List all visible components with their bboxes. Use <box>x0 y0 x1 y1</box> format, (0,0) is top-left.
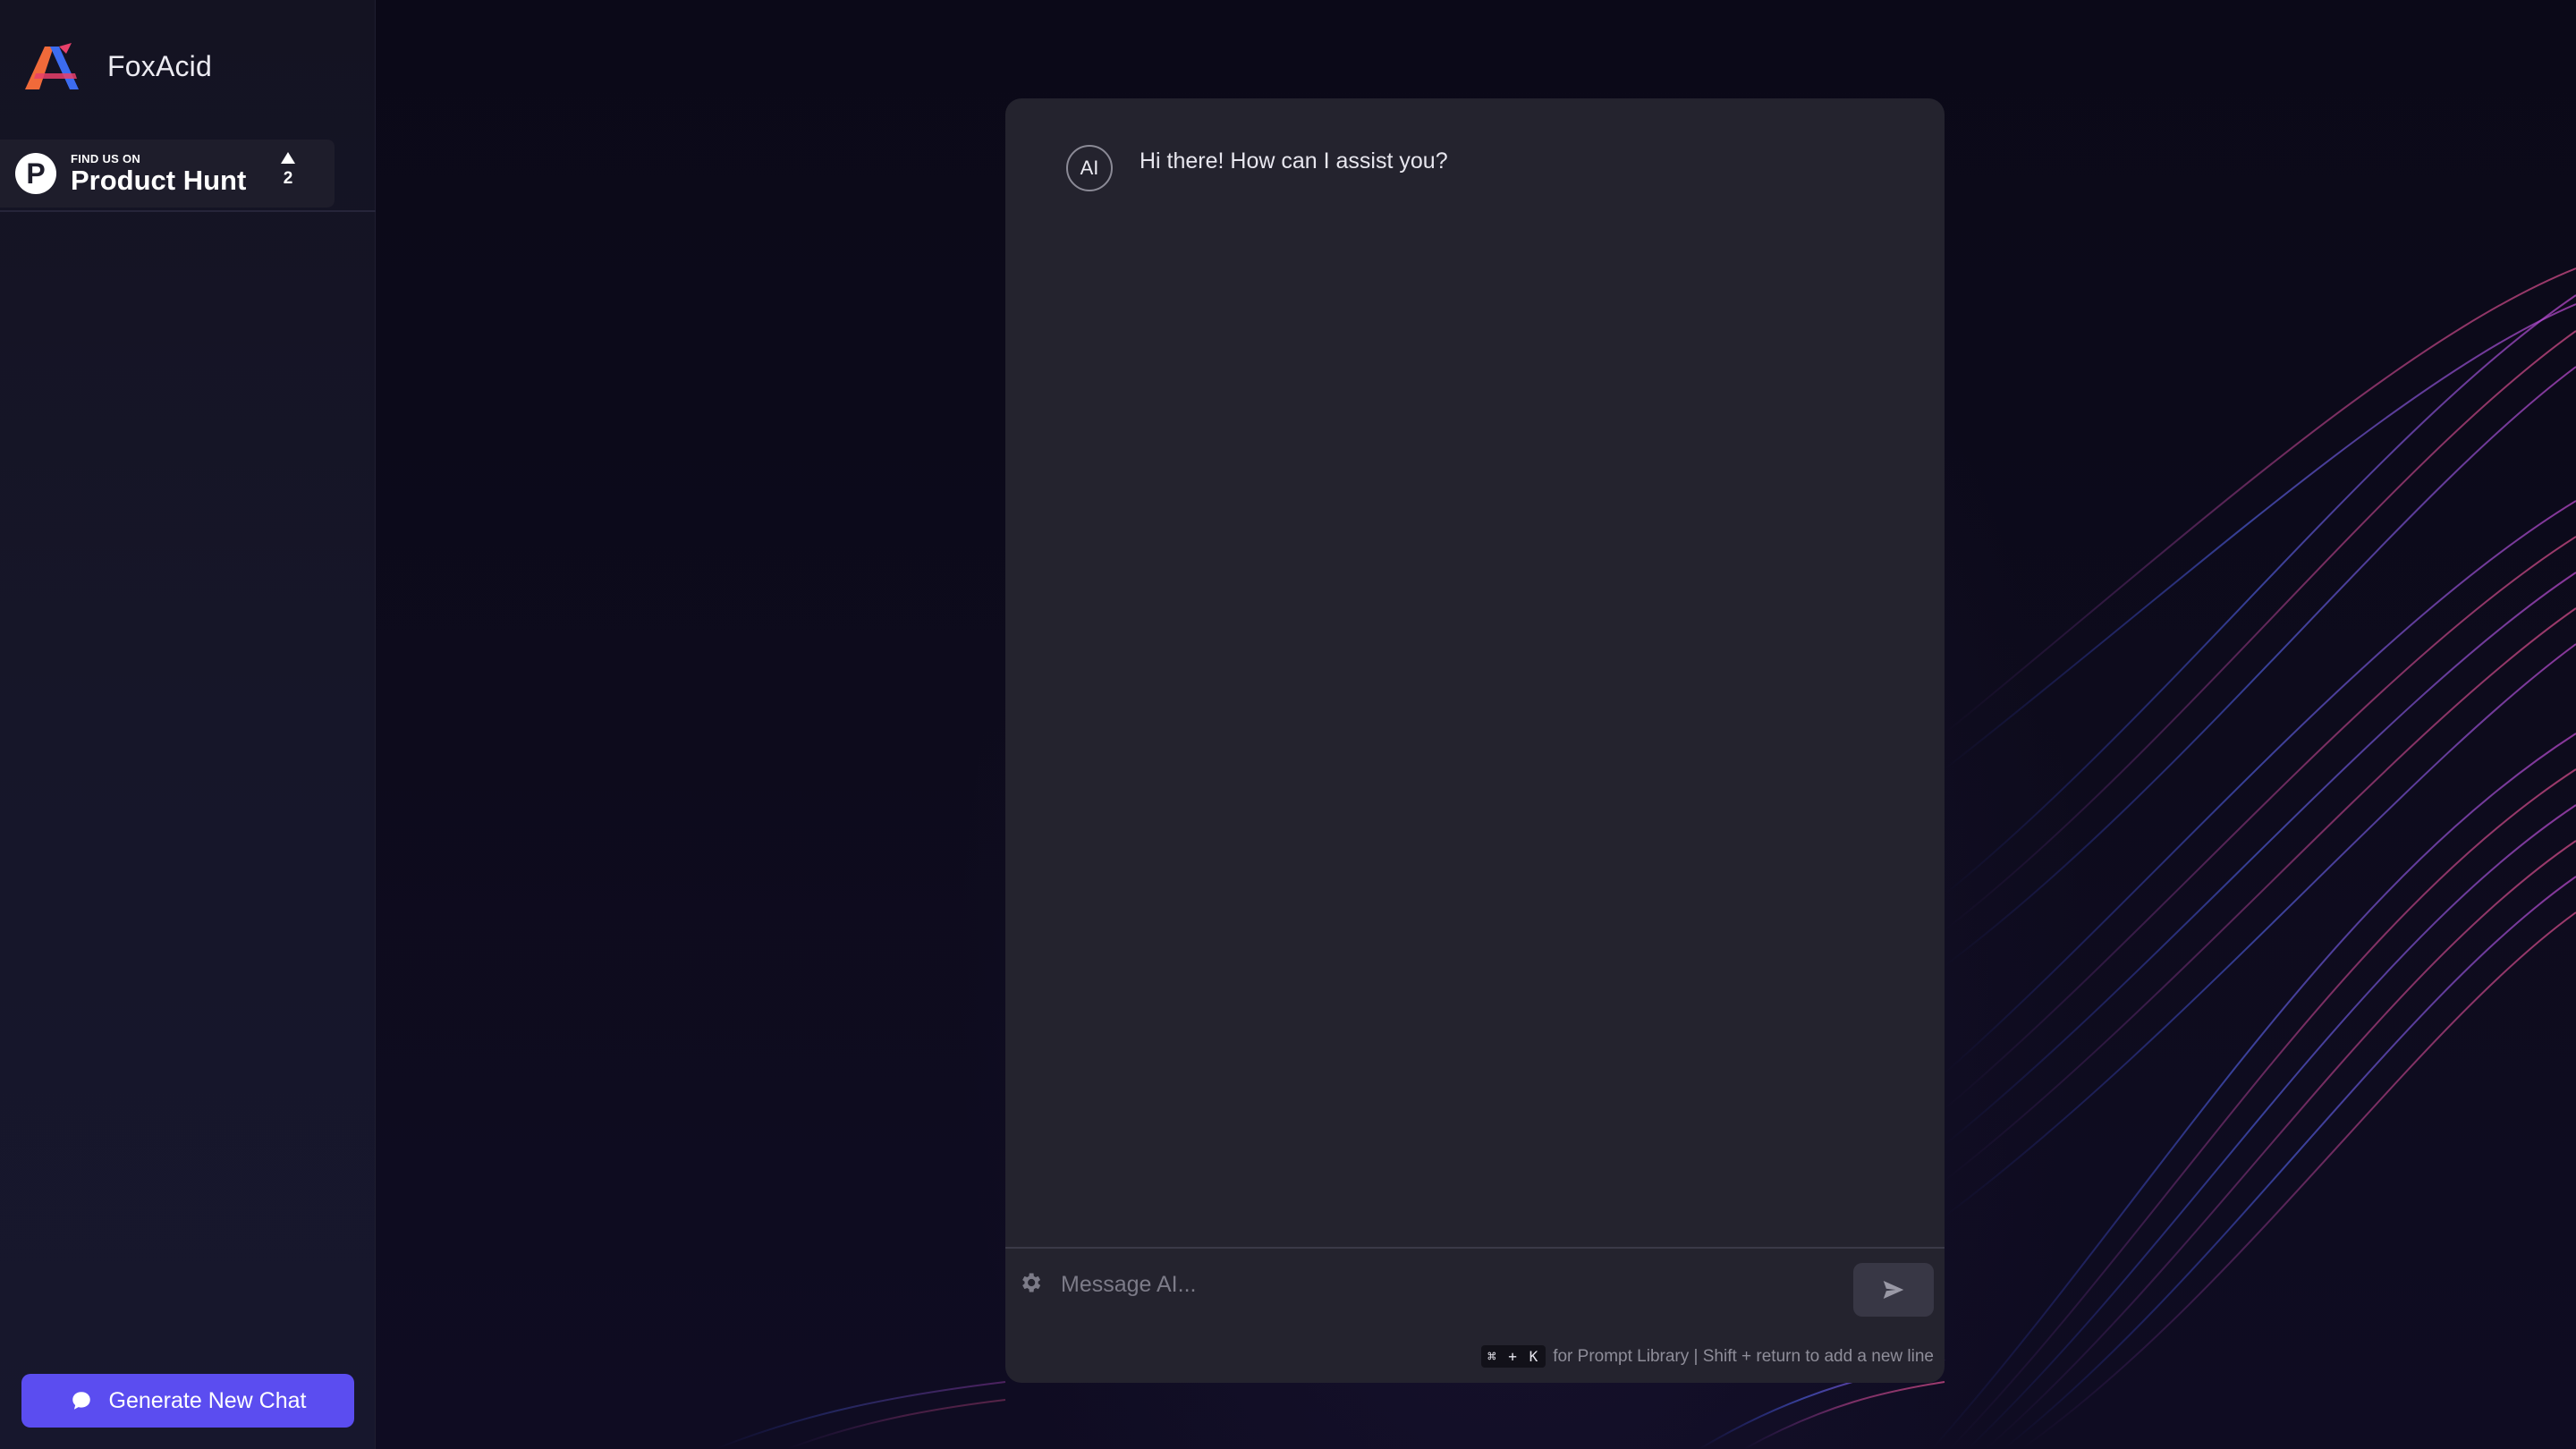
sidebar-divider <box>0 210 376 212</box>
settings-icon[interactable] <box>1018 1270 1043 1295</box>
brand[interactable]: FoxAcid <box>23 39 212 93</box>
chat-message: AI Hi there! How can I assist you? <box>1066 136 1448 191</box>
product-hunt-text: FIND US ON Product Hunt <box>71 152 246 196</box>
upvote-count: 2 <box>283 169 293 188</box>
message-input[interactable] <box>1061 1261 1937 1308</box>
product-hunt-title: Product Hunt <box>71 164 247 196</box>
product-hunt-logo-icon: P <box>15 153 56 194</box>
input-hint: ⌘ + K for Prompt Library | Shift + retur… <box>1481 1345 1934 1368</box>
product-hunt-small-text: FIND US ON <box>71 151 141 165</box>
generate-new-chat-label: Generate New Chat <box>108 1387 307 1413</box>
product-hunt-badge[interactable]: P FIND US ON Product Hunt 2 <box>0 140 335 208</box>
upvote-arrow-icon <box>281 152 295 164</box>
shortcut-key: ⌘ + K <box>1481 1345 1546 1368</box>
chat-bubble-icon <box>72 1392 90 1410</box>
input-hint-text: for Prompt Library | Shift + return to a… <box>1553 1346 1934 1366</box>
product-hunt-upvotes: 2 <box>281 152 295 189</box>
app-name: FoxAcid <box>107 49 212 82</box>
foxacid-logo-icon <box>25 43 79 89</box>
generate-new-chat-button[interactable]: Generate New Chat <box>21 1374 354 1428</box>
send-button[interactable] <box>1853 1263 1934 1317</box>
input-divider <box>1005 1247 1945 1249</box>
sidebar: FoxAcid P FIND US ON Product Hunt 2 Gene… <box>0 0 376 1449</box>
chat-panel: AI Hi there! How can I assist you? ⌘ + K… <box>1005 98 1945 1383</box>
chat-message-text: Hi there! How can I assist you? <box>1140 148 1448 174</box>
ai-avatar: AI <box>1066 145 1113 191</box>
send-icon <box>1883 1281 1904 1299</box>
